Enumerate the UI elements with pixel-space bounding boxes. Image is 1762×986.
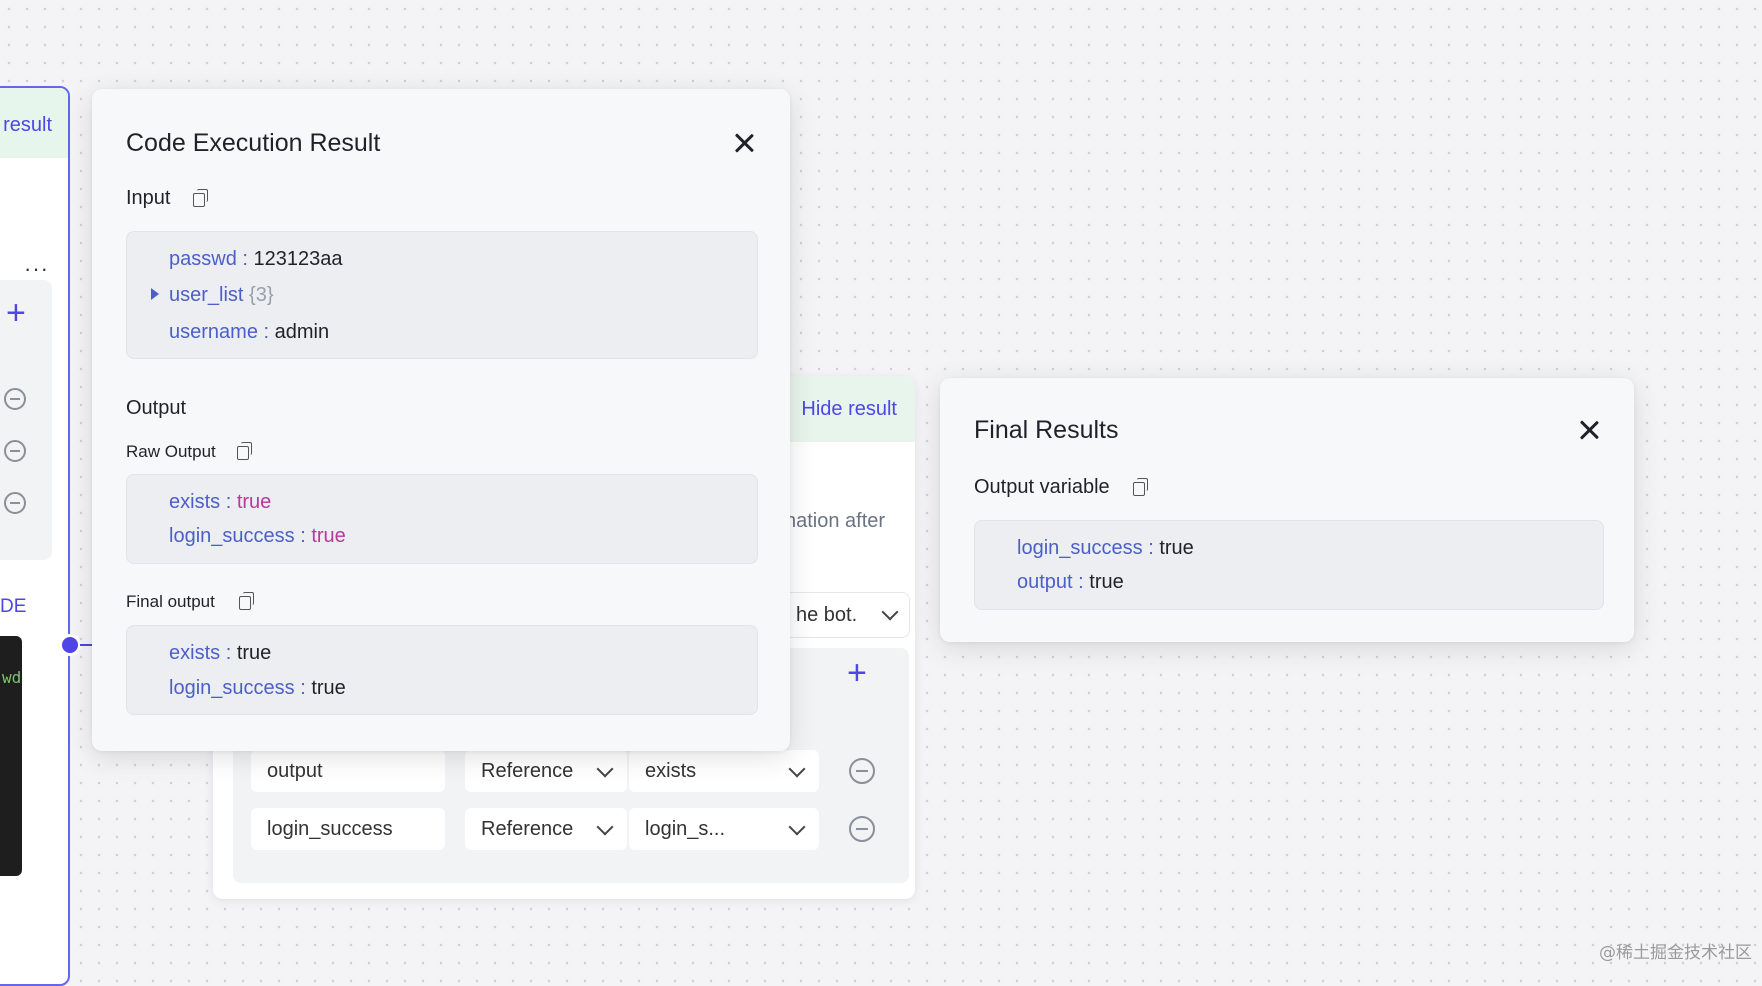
output-variable-label: Output variable (974, 476, 1110, 498)
variable-name-field[interactable]: output (251, 750, 445, 792)
chevron-down-icon (881, 603, 899, 621)
remove-variable-icon[interactable] (849, 758, 875, 784)
code-editor[interactable]: wd (0, 636, 22, 876)
variable-type-value: Reference (481, 818, 574, 840)
close-icon[interactable] (1577, 418, 1601, 442)
output-variable-json-viewer: login_success : true output : true (974, 520, 1604, 610)
json-entry-collapsible[interactable]: user_list {3} (169, 284, 274, 307)
json-entry: passwd : 123123aa (169, 248, 343, 270)
connection-handle[interactable] (59, 634, 81, 656)
json-entry: username : admin (169, 321, 330, 343)
raw-output-json-viewer: exists : true login_success : true (126, 474, 758, 564)
remove-param-icon[interactable] (4, 440, 26, 462)
final-results-panel: Final Results Output variable login_succ… (940, 378, 1634, 642)
chevron-down-icon (788, 760, 806, 778)
final-output-label: Final output (126, 592, 215, 611)
json-entry: exists : true (169, 491, 272, 513)
json-entry: login_success : true (1017, 537, 1194, 559)
copy-icon[interactable] (1133, 478, 1149, 496)
raw-output-label: Raw Output (126, 442, 216, 461)
json-entry: login_success : true (169, 525, 346, 547)
chevron-down-icon (788, 818, 806, 836)
close-icon[interactable] (732, 131, 756, 155)
variable-ref-select[interactable]: exists (629, 750, 819, 792)
input-label: Input (126, 187, 171, 209)
copy-icon[interactable] (237, 442, 253, 460)
chevron-down-icon (596, 818, 614, 836)
expand-caret-icon[interactable] (151, 288, 159, 300)
variable-ref-select[interactable]: login_s... (629, 808, 819, 850)
variable-ref-value: exists (645, 760, 697, 782)
variable-name-value: login_success (267, 818, 393, 840)
json-entry: login_success : true (169, 677, 346, 699)
panel-title: Code Execution Result (126, 129, 381, 157)
result-tab-label: result (3, 114, 52, 136)
json-entry: exists : true (169, 642, 272, 664)
output-label: Output (126, 397, 187, 419)
code-snippet: wd (2, 668, 22, 687)
code-execution-result-panel: Code Execution Result Input passwd : 123… (92, 89, 790, 751)
node-description: nation after (785, 510, 886, 532)
final-output-json-viewer: exists : true login_success : true (126, 625, 758, 715)
result-tab[interactable]: result (0, 88, 68, 158)
json-entry: output : true (1017, 571, 1124, 593)
hide-result-button[interactable]: Hide result (801, 398, 897, 421)
chevron-down-icon (596, 760, 614, 778)
add-param-icon[interactable]: + (6, 294, 26, 333)
add-variable-icon[interactable]: + (847, 654, 867, 693)
variable-name-field[interactable]: login_success (251, 808, 445, 850)
answer-mode-value: he bot. (796, 604, 858, 626)
copy-icon[interactable] (193, 189, 209, 207)
variable-name-value: output (267, 760, 323, 782)
remove-param-icon[interactable] (4, 492, 26, 514)
remove-param-icon[interactable] (4, 388, 26, 410)
more-options-icon[interactable]: ··· (24, 256, 49, 282)
variable-type-value: Reference (481, 760, 574, 782)
panel-title: Final Results (974, 416, 1119, 444)
remove-variable-icon[interactable] (849, 816, 875, 842)
watermark: @稀土掘金技术社区 (1599, 943, 1752, 963)
variable-ref-value: login_s... (645, 818, 726, 840)
copy-icon[interactable] (239, 592, 255, 610)
variable-type-select[interactable]: Reference (465, 808, 627, 850)
variable-type-select[interactable]: Reference (465, 750, 627, 792)
code-section-label: DE (0, 596, 27, 617)
code-node[interactable]: result ··· + DE wd (0, 86, 70, 986)
input-json-viewer: passwd : 123123aa user_list {3} username… (126, 231, 758, 359)
